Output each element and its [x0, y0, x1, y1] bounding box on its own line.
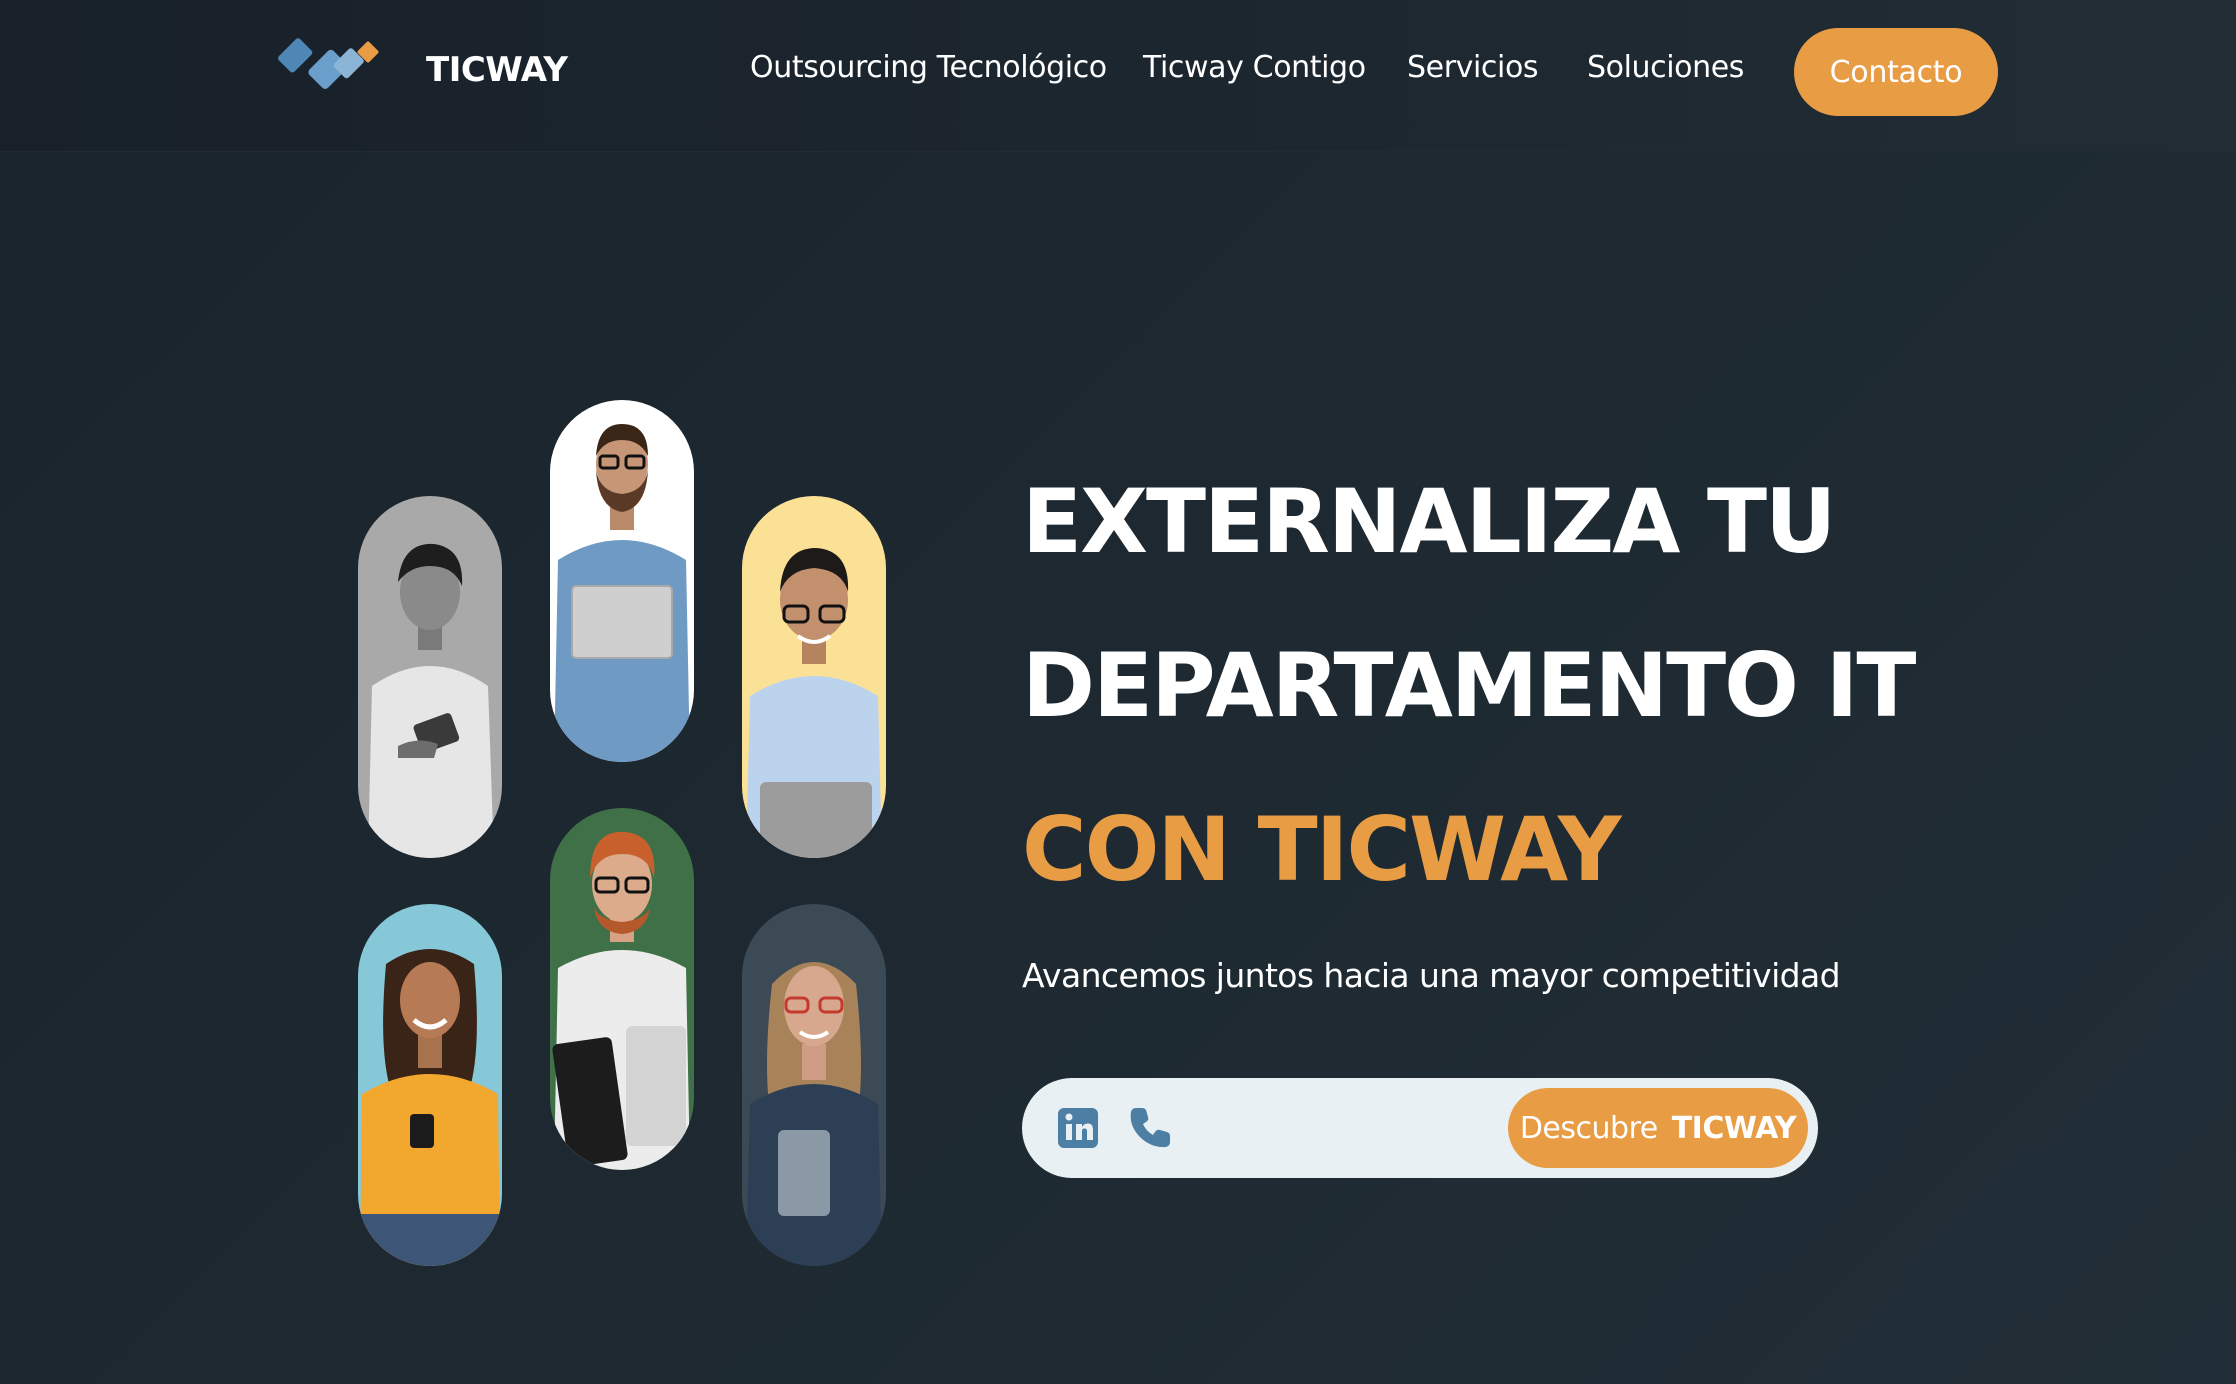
nav-ticway-contigo[interactable]: Ticway Contigo: [1143, 50, 1366, 85]
discover-ticway-button[interactable]: Descubre TICWAY: [1508, 1088, 1808, 1168]
linkedin-icon[interactable]: [1054, 1104, 1102, 1152]
team-photo-4: [358, 904, 502, 1266]
discover-label: Descubre: [1519, 1110, 1658, 1146]
team-photo-3: [742, 496, 886, 858]
brand-name[interactable]: TICWAY: [426, 50, 568, 90]
hero-action-bar: Descubre TICWAY: [1022, 1078, 1818, 1178]
team-photo-5: [550, 808, 694, 1170]
hero-subtitle: Avancemos juntos hacia una mayor competi…: [1022, 956, 1841, 995]
team-photo-6: [742, 904, 886, 1266]
nav-soluciones[interactable]: Soluciones: [1587, 50, 1744, 85]
phone-icon[interactable]: [1126, 1104, 1174, 1152]
team-photo-2: [550, 400, 694, 762]
discover-label-strong: TICWAY: [1671, 1110, 1797, 1146]
hero-title-line-3: CON TICWAY: [1022, 798, 1622, 901]
contact-button[interactable]: Contacto: [1794, 28, 1998, 116]
ticway-logo-icon[interactable]: [278, 34, 380, 100]
hero-title-line-1: EXTERNALIZA TU: [1022, 470, 1836, 573]
landing-page: TICWAY Outsourcing Tecnológico Ticway Co…: [0, 0, 2236, 1384]
nav-outsourcing[interactable]: Outsourcing Tecnológico: [750, 50, 1107, 85]
hero-title-line-2: DEPARTAMENTO IT: [1022, 634, 1916, 737]
team-photo-1: [358, 496, 502, 858]
nav-servicios[interactable]: Servicios: [1407, 50, 1539, 85]
site-header: TICWAY Outsourcing Tecnológico Ticway Co…: [0, 0, 2236, 152]
